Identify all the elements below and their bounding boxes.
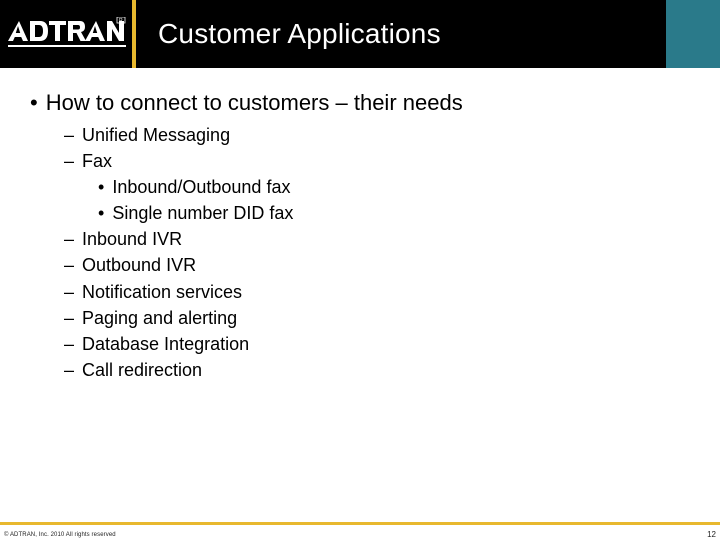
dash-icon: – — [64, 305, 76, 331]
dash-icon: – — [64, 148, 76, 174]
slide-title: Customer Applications — [136, 18, 720, 50]
copyright-text: © ADTRAN, Inc. 2010 All rights reserved — [4, 532, 116, 538]
item-text: Notification services — [82, 279, 242, 305]
list-item: –Call redirection — [64, 357, 700, 383]
bullet-dot-icon: • — [30, 92, 38, 114]
dash-icon: – — [64, 122, 76, 148]
svg-text:R: R — [119, 18, 123, 24]
list-item: –Paging and alerting — [64, 305, 700, 331]
bullet1-text: How to connect to customers – their need… — [46, 90, 463, 116]
bullet-dot-icon: • — [98, 200, 104, 226]
item-text: Call redirection — [82, 357, 202, 383]
bullet-dot-icon: • — [98, 174, 104, 200]
list-item: –Outbound IVR — [64, 252, 700, 278]
list-item: • Inbound/Outbound fax — [64, 174, 700, 200]
dash-icon: – — [64, 357, 76, 383]
list-item: –Notification services — [64, 279, 700, 305]
list-item: –Database Integration — [64, 331, 700, 357]
item-text: Outbound IVR — [82, 252, 196, 278]
item-text: Single number DID fax — [112, 200, 293, 226]
dash-icon: – — [64, 279, 76, 305]
list-item: –Unified Messaging — [64, 122, 700, 148]
list-item: • Single number DID fax — [64, 200, 700, 226]
dash-icon: – — [64, 331, 76, 357]
sub-list: –Unified Messaging –Fax •Inbound/Outboun… — [30, 122, 700, 383]
item-text: Database Integration — [82, 331, 249, 357]
dash-icon: – — [64, 252, 76, 278]
dash-icon: – — [64, 226, 76, 252]
list-item: –Fax — [64, 148, 700, 174]
slide-footer: © ADTRAN, Inc. 2010 All rights reserved … — [0, 522, 720, 540]
slide-body: • How to connect to customers – their ne… — [0, 68, 720, 383]
item-text: Fax — [82, 148, 112, 174]
page-number: 12 — [707, 530, 716, 539]
bullet-level1: • How to connect to customers – their ne… — [30, 90, 700, 116]
list-item: –Inbound IVR — [64, 226, 700, 252]
slide: R Customer Applications • How to connect… — [0, 0, 720, 540]
item-text: Inbound/Outbound fax — [112, 174, 290, 200]
item-text: Inbound IVR — [82, 226, 182, 252]
slide-header: R Customer Applications — [0, 0, 720, 68]
item-text: Unified Messaging — [82, 122, 230, 148]
header-accent — [666, 0, 720, 68]
adtran-logo-icon: R — [8, 17, 126, 51]
brand-logo: R — [0, 0, 132, 68]
item-text: Paging and alerting — [82, 305, 237, 331]
